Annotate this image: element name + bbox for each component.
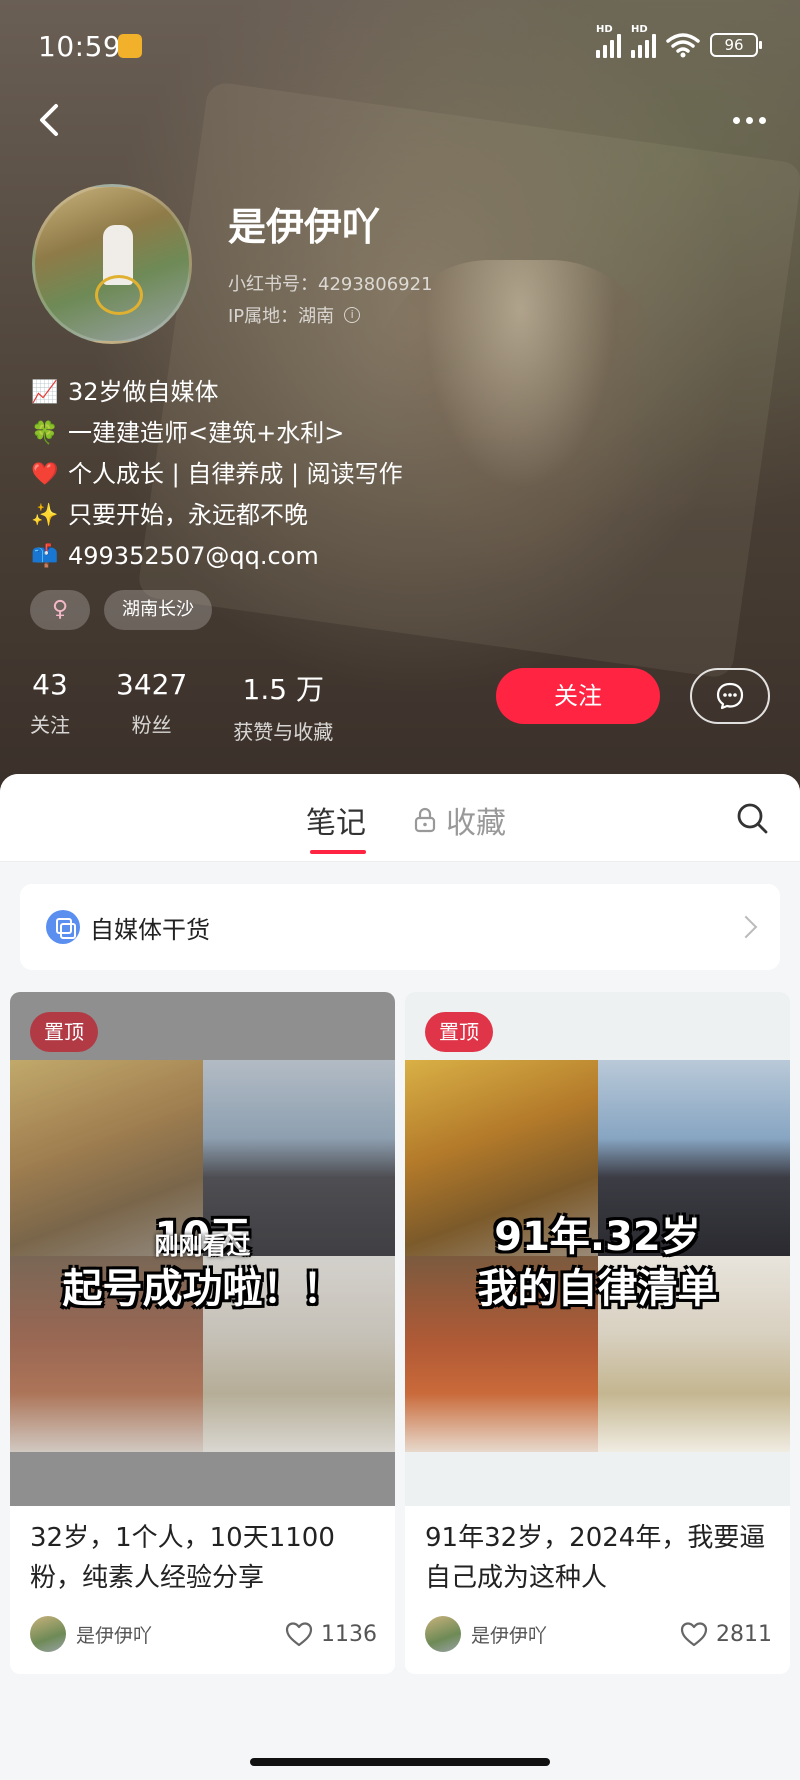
- collection-icon: [46, 910, 80, 944]
- nickname: 是伊伊吖: [228, 205, 381, 249]
- stat-label: 粉丝: [131, 713, 172, 737]
- home-indicator[interactable]: [250, 1758, 550, 1766]
- stat-label: 关注: [30, 713, 70, 737]
- notes-grid: 置顶 10天 刚刚看过 起号成功啦！！ 32岁，1个人，10天1100粉，纯素人…: [10, 992, 790, 1674]
- battery-icon: 96: [710, 33, 762, 57]
- note-card[interactable]: 置顶 10天 刚刚看过 起号成功啦！！ 32岁，1个人，10天1100粉，纯素人…: [10, 992, 395, 1674]
- location-tag: 湖南长沙: [104, 590, 212, 630]
- user-id: 小红书号：4293806921: [228, 274, 433, 295]
- avatar[interactable]: [32, 184, 192, 344]
- gender-tag: ♀: [30, 590, 90, 630]
- bio-line: ✨ 只要开始，永远都不晚: [30, 495, 403, 536]
- bio-line: 📈 32岁做自媒体: [30, 372, 403, 413]
- status-time: 10:59: [38, 30, 122, 63]
- author-name[interactable]: 是伊伊吖: [76, 1621, 152, 1648]
- tab-notes[interactable]: 笔记: [306, 798, 366, 854]
- bio-text: 个人成长 | 自律养成 | 阅读写作: [68, 460, 403, 488]
- cover-overlay-text: 我的自律清单: [477, 1266, 718, 1312]
- stat-number: 43: [32, 668, 68, 701]
- background-coffee-cup: [370, 260, 670, 590]
- collection-label: 自媒体干货: [90, 915, 210, 944]
- bio-text: 32岁做自媒体: [68, 378, 219, 406]
- chat-icon: [716, 682, 744, 710]
- note-footer: 是伊伊吖 1136: [30, 1616, 377, 1652]
- chart-up-icon: 📈: [31, 380, 59, 405]
- heart-outline-icon: [285, 1622, 313, 1647]
- mailbox-icon: 📫: [31, 544, 59, 569]
- bio-text: 499352507@qq.com: [68, 542, 319, 570]
- signal-icon: HD: [596, 24, 621, 58]
- note-title[interactable]: 32岁，1个人，10天1100粉，纯素人经验分享: [10, 1506, 395, 1606]
- stat-followers[interactable]: 3427 粉丝: [116, 668, 187, 745]
- profile-header: 10:59 HD HD 96 是伊伊吖 小红书号：4293806921 IP属地…: [0, 0, 800, 800]
- bio-line: 🍀 一建建造师<建筑+水利>: [30, 413, 403, 454]
- stat-number: 3427: [116, 668, 188, 701]
- tab-collect-label: 收藏: [446, 806, 506, 841]
- note-card[interactable]: 置顶 91年.32岁 我的自律清单 91年32岁，2024年，我要逼自己成为这种…: [405, 992, 790, 1674]
- heart-icon: ❤️: [31, 462, 59, 487]
- clover-icon: 🍀: [31, 421, 59, 446]
- back-icon[interactable]: [30, 96, 70, 144]
- ip-location-text: IP属地：湖南: [228, 306, 335, 327]
- stat-label: 获赞与收藏: [233, 720, 334, 744]
- author-avatar[interactable]: [30, 1616, 66, 1652]
- like-button[interactable]: 2811: [680, 1621, 772, 1647]
- author-avatar[interactable]: [425, 1616, 461, 1652]
- bio: 📈 32岁做自媒体 🍀 一建建造师<建筑+水利> ❤️ 个人成长 | 自律养成 …: [30, 372, 403, 577]
- notification-app-icon: [118, 34, 142, 58]
- bio-line: 📫 499352507@qq.com: [30, 536, 403, 577]
- note-footer: 是伊伊吖 2811: [425, 1616, 772, 1652]
- pinned-badge: 置顶: [425, 1012, 493, 1052]
- cover-overlay-text: 起号成功啦！！: [62, 1266, 343, 1312]
- search-icon[interactable]: [734, 800, 770, 836]
- collection-entry[interactable]: 自媒体干货: [20, 884, 780, 970]
- message-button[interactable]: [690, 668, 770, 724]
- status-bar: 10:59 HD HD 96: [0, 0, 800, 96]
- author-name[interactable]: 是伊伊吖: [471, 1621, 547, 1648]
- cover-overlay-text: 91年.32岁: [494, 1214, 701, 1260]
- bio-text: 只要开始，永远都不晚: [68, 501, 308, 529]
- pinned-badge: 置顶: [30, 1012, 98, 1052]
- sparkles-icon: ✨: [31, 503, 59, 528]
- follow-button[interactable]: 关注: [496, 668, 660, 724]
- stat-likes[interactable]: 1.5 万 获赞与收藏: [233, 668, 333, 745]
- status-icons: HD HD 96: [596, 24, 762, 58]
- stat-number: 1.5 万: [242, 673, 324, 706]
- wifi-icon: [666, 33, 700, 58]
- more-icon[interactable]: [724, 96, 774, 144]
- bio-text: 一建建造师<建筑+水利>: [68, 419, 345, 447]
- bio-line: ❤️ 个人成长 | 自律养成 | 阅读写作: [30, 454, 403, 495]
- like-button[interactable]: 1136: [285, 1621, 377, 1647]
- tab-bar: 笔记 收藏: [0, 774, 800, 862]
- note-cover[interactable]: 置顶 10天 刚刚看过 起号成功啦！！: [10, 992, 395, 1506]
- tab-collect[interactable]: 收藏: [414, 798, 506, 842]
- ip-location: IP属地：湖南 i: [228, 302, 361, 328]
- note-cover[interactable]: 置顶 91年.32岁 我的自律清单: [405, 992, 790, 1506]
- info-icon[interactable]: i: [344, 307, 361, 323]
- profile-stats: 43 关注 3427 粉丝 1.5 万 获赞与收藏: [30, 668, 333, 745]
- stat-following[interactable]: 43 关注: [30, 668, 70, 745]
- like-count: 1136: [321, 1621, 377, 1647]
- signal-icon-2: HD: [631, 24, 656, 58]
- lock-icon: [414, 807, 436, 833]
- like-count: 2811: [716, 1621, 772, 1647]
- chevron-right-icon: [734, 915, 758, 939]
- profile-tags: ♀ 湖南长沙: [30, 590, 212, 630]
- content-panel: 笔记 收藏 自媒体干货 置顶 10天 刚刚看过 起号成功啦！！ 32岁，1个人，…: [0, 774, 800, 1780]
- note-title[interactable]: 91年32岁，2024年，我要逼自己成为这种人: [405, 1506, 790, 1606]
- heart-outline-icon: [680, 1622, 708, 1647]
